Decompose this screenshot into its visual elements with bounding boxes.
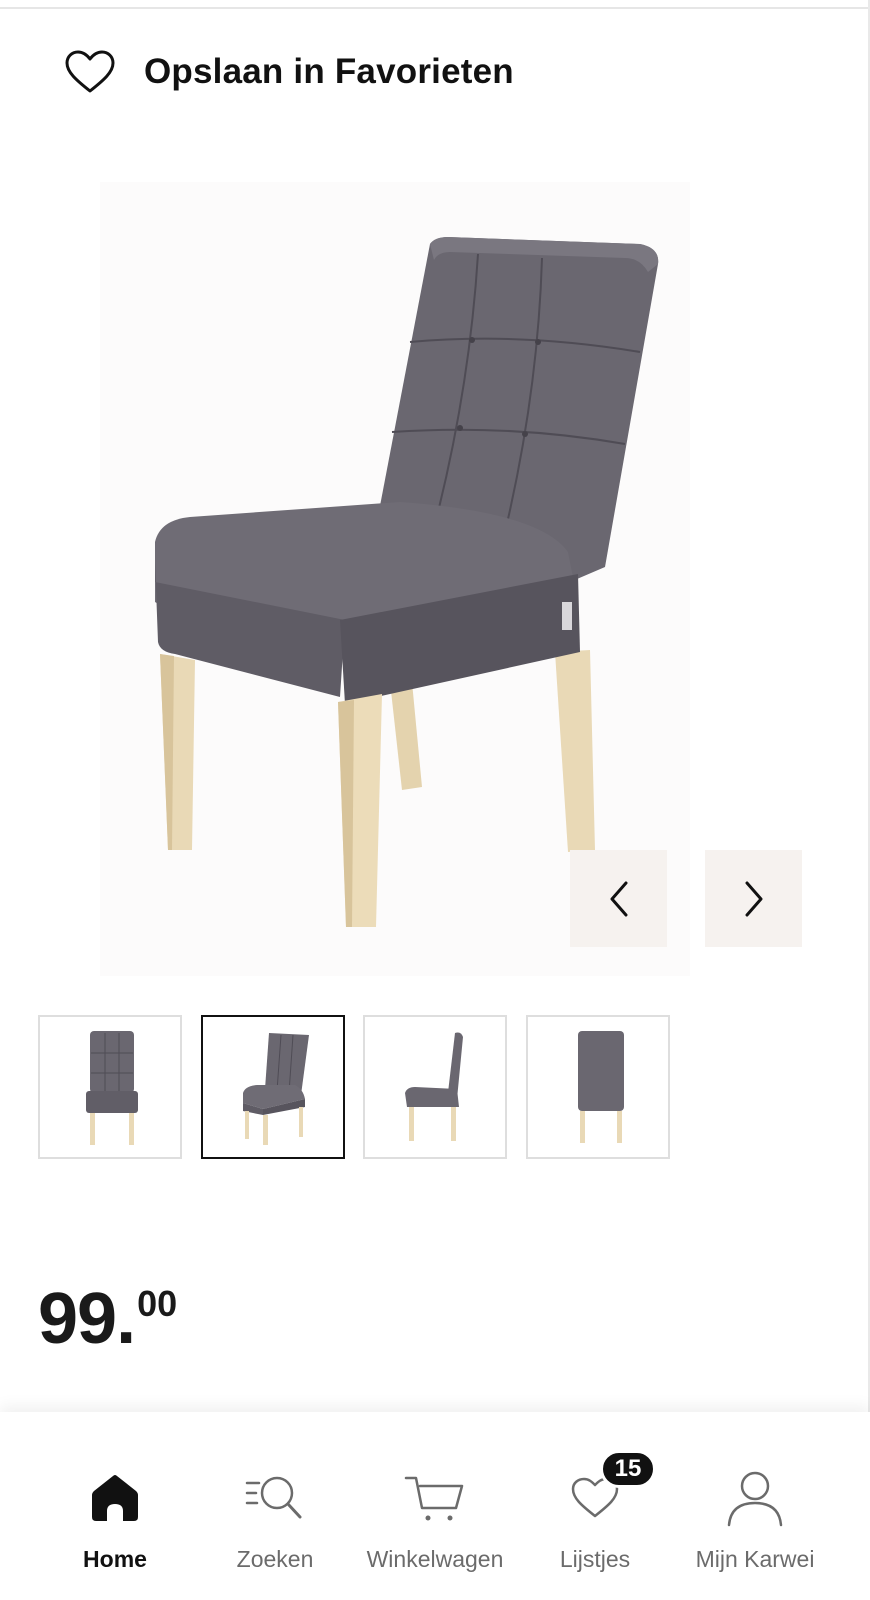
nav-lists-label: Lijstjes [559,1546,631,1572]
chair-thumbnail-three-quarter [243,1033,309,1145]
nav-search-label: Zoeken [236,1546,314,1572]
bottom-navigation: Home Zoeken Winkelwagen Lijstjes Mijn Ka… [0,1412,870,1600]
top-divider [0,7,870,9]
search-icon [243,1466,307,1530]
save-to-favorites-button[interactable]: Opslaan in Favorieten [64,44,514,100]
heart-outline-icon [65,50,115,93]
price-integer: 99. [38,1279,136,1359]
chevron-right-icon [745,881,762,916]
chair-thumbnail-side [405,1032,463,1141]
nav-search[interactable]: Zoeken [188,1412,362,1600]
chevron-left-icon [610,881,627,916]
lists-count-badge: 15 [600,1450,656,1488]
chair-thumbnail-back [578,1031,624,1143]
nav-cart-label: Winkelwagen [366,1546,504,1572]
thumbnail-side[interactable] [363,1015,507,1159]
nav-home[interactable]: Home [28,1412,202,1600]
product-price: 99. 00 [38,1279,178,1359]
save-to-favorites-label: Opslaan in Favorieten [144,52,514,91]
cart-icon [403,1466,467,1530]
home-icon [83,1466,147,1530]
price-decimals: 00 [137,1283,178,1324]
previous-image-button[interactable] [570,850,667,947]
thumbnail-front[interactable] [38,1015,182,1159]
nav-home-label: Home [83,1546,147,1572]
nav-lists[interactable]: Lijstjes [508,1412,682,1600]
thumbnail-back[interactable] [526,1015,670,1159]
thumbnail-three-quarter[interactable] [201,1015,345,1159]
chair-thumbnail-front [86,1031,138,1145]
user-icon [723,1466,787,1530]
next-image-button[interactable] [705,850,802,947]
nav-account[interactable]: Mijn Karwei [668,1412,842,1600]
nav-account-label: Mijn Karwei [695,1546,815,1572]
nav-cart[interactable]: Winkelwagen [348,1412,522,1600]
